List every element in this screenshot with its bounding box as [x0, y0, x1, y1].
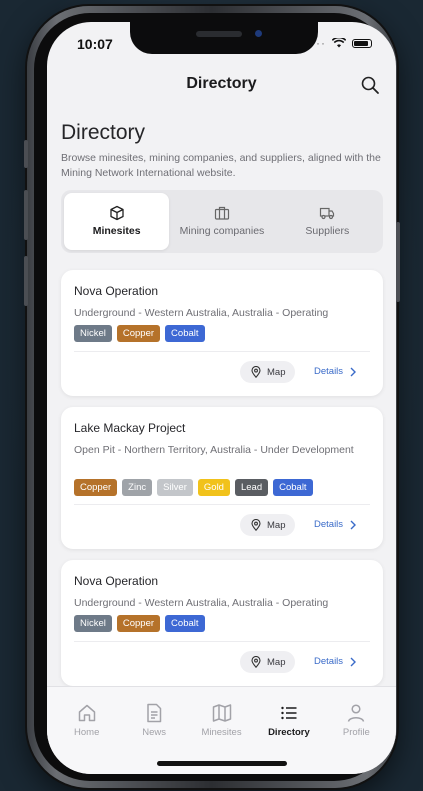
map-button[interactable]: Map — [240, 514, 296, 536]
map-button-label: Map — [267, 519, 286, 531]
chevron-right-icon — [350, 657, 357, 666]
segment-suppliers[interactable]: Suppliers — [275, 193, 380, 250]
commodity-tag: Nickel — [74, 615, 112, 632]
details-link[interactable]: Details — [314, 656, 357, 667]
segment-mining-companies[interactable]: Mining companies — [169, 193, 274, 250]
home-indicator — [157, 761, 287, 766]
front-camera — [255, 30, 262, 37]
minesite-card[interactable]: Nova Operation Underground - Western Aus… — [61, 560, 383, 686]
segment-minesites[interactable]: Minesites — [64, 193, 170, 250]
segment-label: Suppliers — [305, 225, 350, 237]
map-pin-icon — [251, 366, 261, 378]
earpiece-speaker — [196, 31, 242, 37]
tab-bar: Home News Minesites Directory Profile — [47, 686, 396, 774]
briefcase-icon — [214, 206, 230, 220]
truck-icon — [320, 207, 335, 220]
commodity-tag: Gold — [197, 479, 230, 496]
segment-label: Minesites — [92, 225, 141, 237]
minesite-title: Lake Mackay Project — [74, 421, 186, 435]
segment-label: Mining companies — [179, 225, 265, 237]
cube-icon — [110, 205, 124, 221]
minesite-card[interactable]: Nova Operation Underground - Western Aus… — [61, 270, 383, 396]
status-time: 10:07 — [77, 36, 113, 52]
map-button[interactable]: Map — [240, 361, 296, 383]
tab-profile[interactable]: Profile — [323, 687, 390, 774]
card-divider — [74, 351, 370, 352]
commodity-tags: Copper Zinc Silver Gold Lead Cobalt — [74, 479, 313, 496]
list-icon — [281, 706, 297, 720]
search-icon[interactable] — [360, 75, 380, 95]
tab-label: Home — [74, 727, 100, 738]
home-icon — [78, 704, 95, 722]
nav-title: Directory — [186, 75, 257, 92]
card-divider — [74, 504, 370, 505]
minesite-subtitle: Open Pit - Northern Territory, Australia… — [74, 444, 354, 456]
tab-home[interactable]: Home — [53, 687, 120, 774]
map-button[interactable]: Map — [240, 651, 296, 673]
minesite-card[interactable]: Lake Mackay Project Open Pit - Northern … — [61, 407, 383, 549]
news-icon — [147, 703, 162, 723]
directory-segmented-control: Minesites Mining companies Suppliers — [61, 190, 383, 253]
map-button-label: Map — [267, 656, 286, 668]
volume-down-button — [24, 256, 28, 306]
profile-icon — [348, 704, 365, 722]
page-heading: Directory — [61, 121, 146, 144]
commodity-tag: Lead — [234, 479, 269, 496]
commodity-tag: Cobalt — [165, 615, 205, 632]
power-button — [396, 222, 400, 302]
map-pin-icon — [251, 519, 261, 531]
details-link[interactable]: Details — [314, 366, 357, 377]
app-screen: 10:07 ···· Directory Directory Browse mi… — [47, 22, 396, 774]
commodity-tag: Cobalt — [273, 479, 313, 496]
commodity-tag: Zinc — [122, 479, 153, 496]
details-label: Details — [314, 366, 344, 377]
mute-switch — [24, 140, 28, 168]
volume-up-button — [24, 190, 28, 240]
map-icon — [212, 704, 231, 722]
chevron-right-icon — [350, 367, 357, 376]
minesite-subtitle: Underground - Western Australia, Austral… — [74, 307, 329, 319]
tab-label: News — [142, 727, 166, 738]
details-label: Details — [314, 519, 344, 530]
card-divider — [74, 641, 370, 642]
tab-label: Directory — [268, 727, 310, 738]
minesite-title: Nova Operation — [74, 284, 159, 298]
page-subheading: Browse minesites, mining companies, and … — [61, 152, 381, 179]
commodity-tag: Silver — [157, 479, 193, 496]
map-pin-icon — [251, 656, 261, 668]
minesite-title: Nova Operation — [74, 574, 159, 588]
details-link[interactable]: Details — [314, 519, 357, 530]
tab-label: Profile — [342, 727, 370, 738]
commodity-tags: Nickel Copper Cobalt — [74, 325, 205, 342]
commodity-tag: Copper — [116, 325, 161, 342]
commodity-tag: Copper — [116, 615, 161, 632]
map-button-label: Map — [267, 366, 286, 378]
commodity-tags: Nickel Copper Cobalt — [74, 615, 205, 632]
wifi-icon — [332, 38, 346, 48]
chevron-right-icon — [350, 520, 357, 529]
details-label: Details — [314, 656, 344, 667]
notch — [130, 22, 318, 54]
commodity-tag: Cobalt — [165, 325, 205, 342]
commodity-tag: Copper — [74, 479, 118, 496]
battery-icon — [352, 38, 372, 48]
tab-label: Minesites — [201, 727, 242, 738]
commodity-tag: Nickel — [74, 325, 112, 342]
minesite-subtitle: Underground - Western Australia, Austral… — [74, 597, 329, 609]
